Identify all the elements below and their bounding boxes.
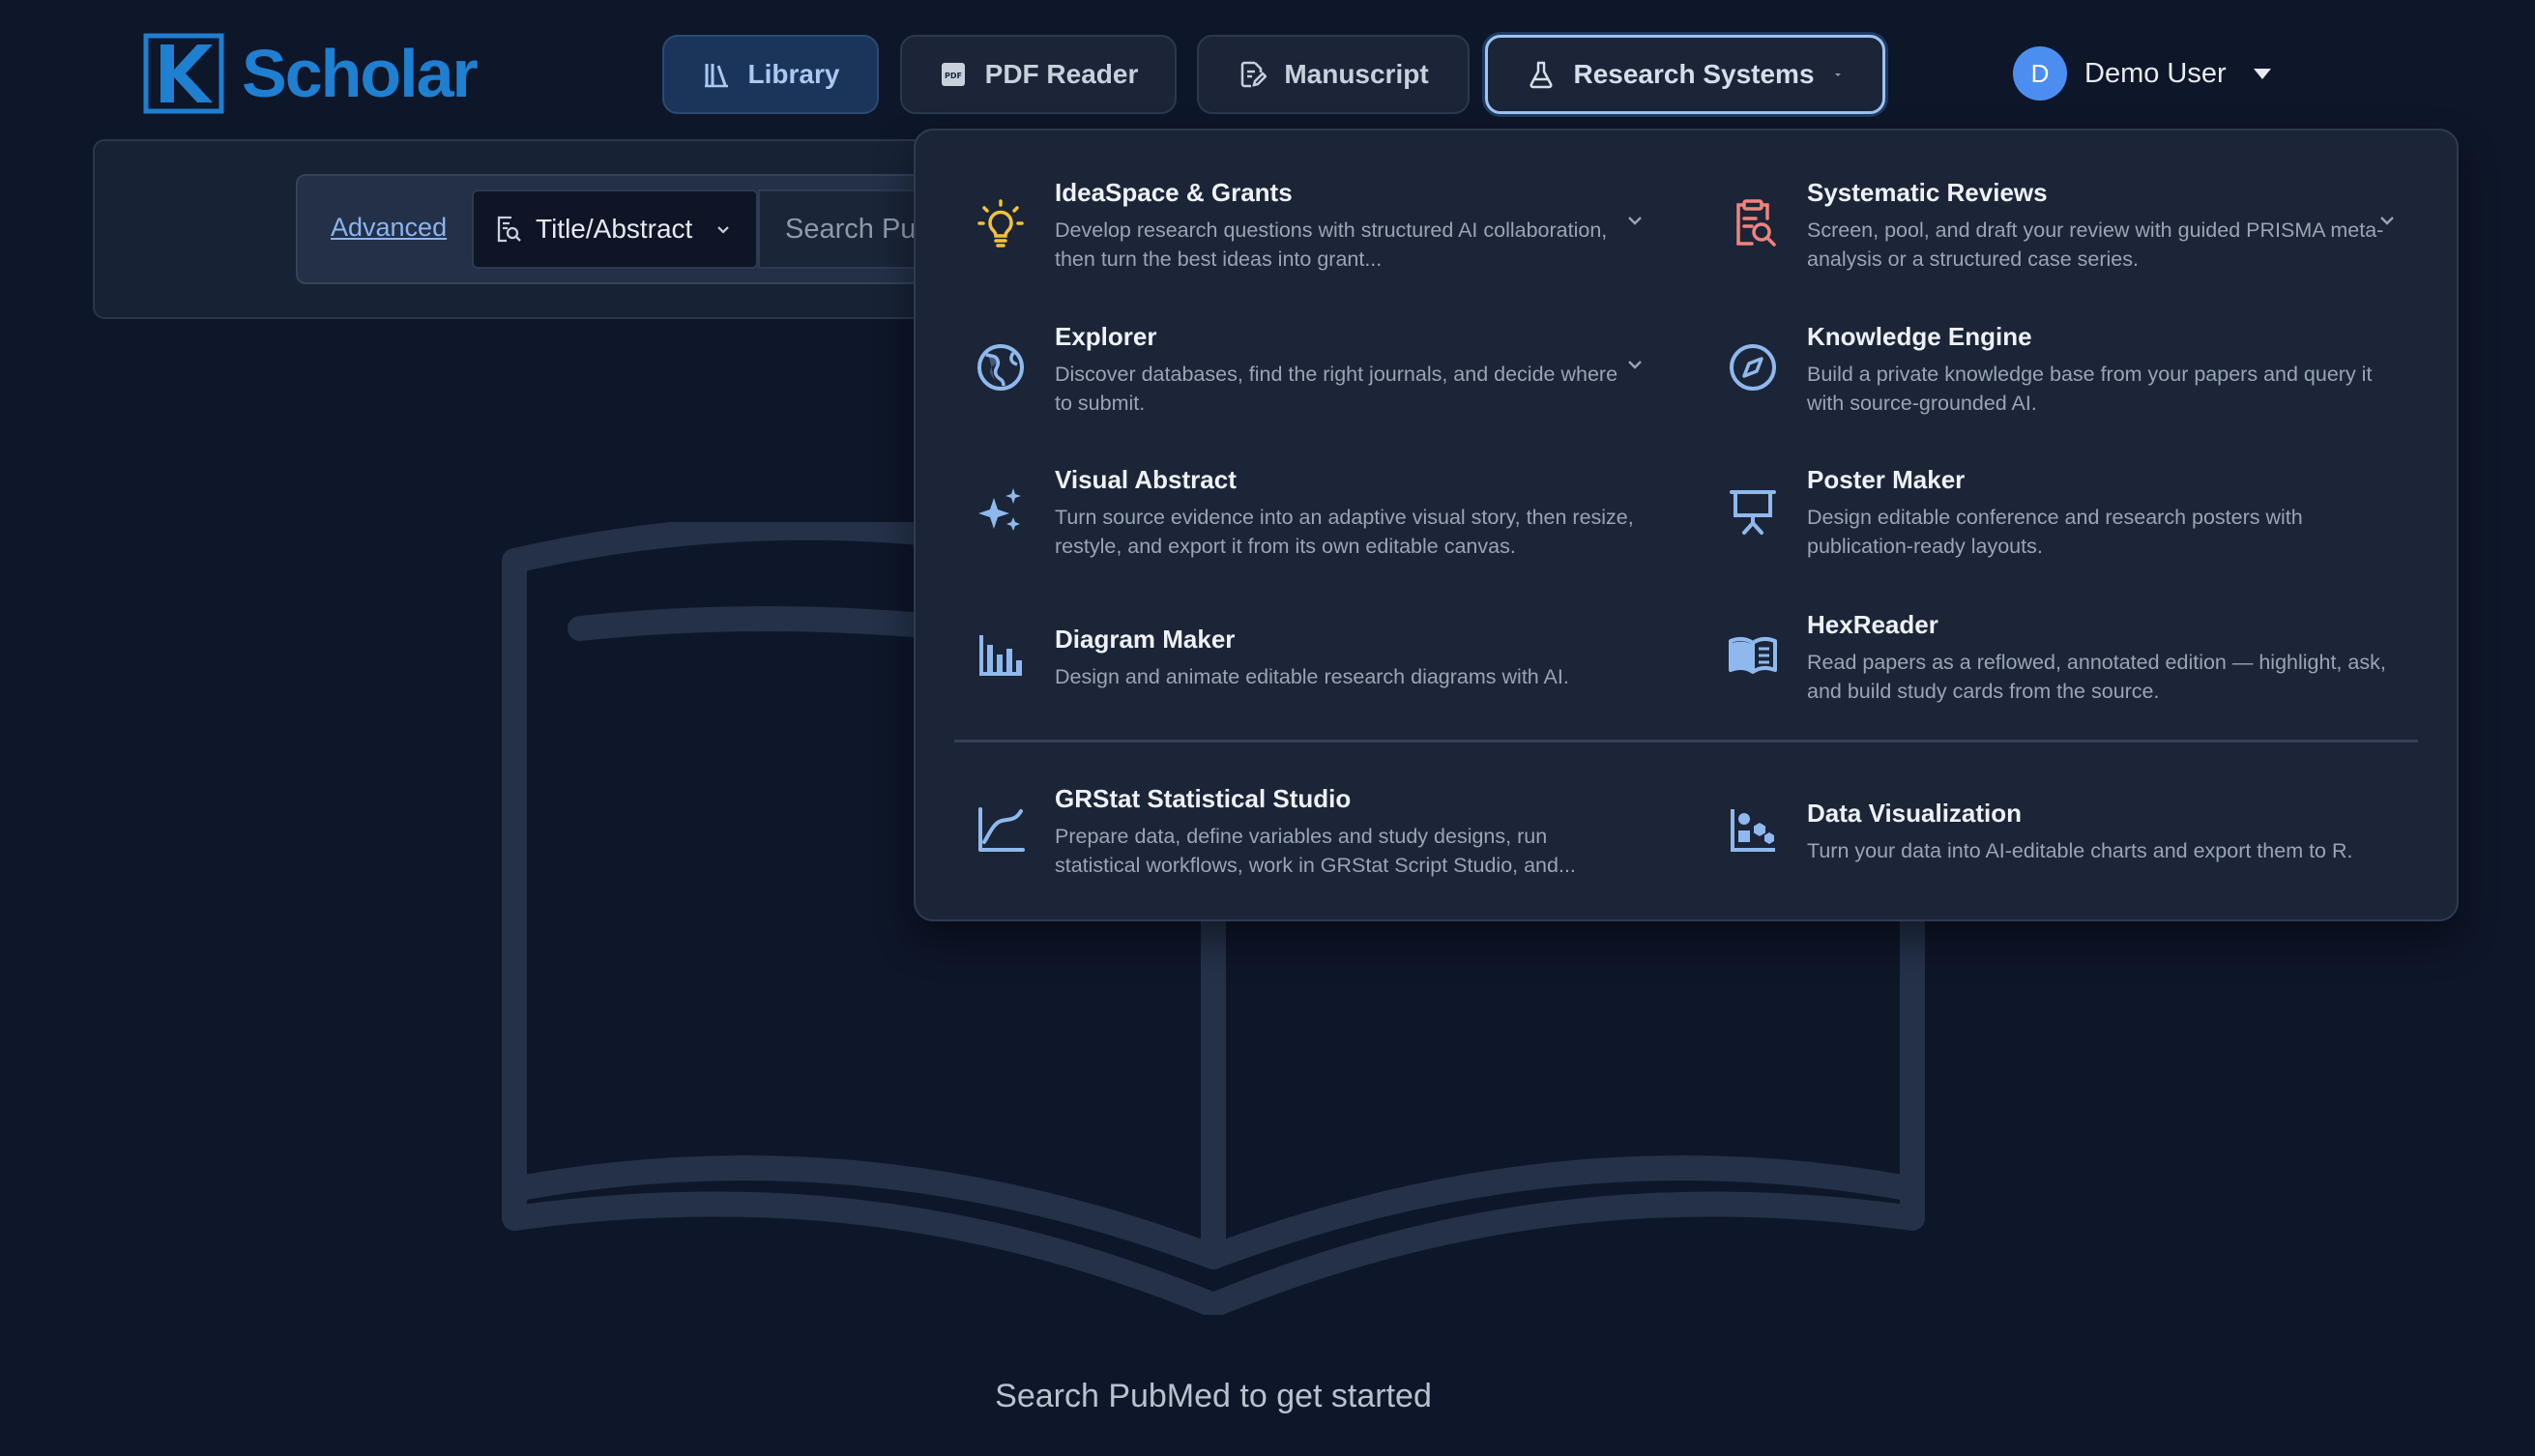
app-logo[interactable]: Scholar: [143, 33, 479, 114]
nav-library-label: Library: [747, 59, 840, 89]
menu-item-desc: Design editable conference and research …: [1807, 505, 2303, 558]
menu-divider: [954, 740, 2418, 743]
menu-item-desc: Screen, pool, and draft your review with…: [1807, 218, 2384, 271]
chevron-down-icon[interactable]: [1623, 353, 1646, 376]
menu-item-title: GRStat Statistical Studio: [1055, 783, 1352, 813]
menu-item-desc: Design and animate editable research dia…: [1055, 664, 1569, 688]
sparkles-icon: [974, 483, 1028, 538]
lightbulb-icon: [974, 196, 1028, 250]
user-menu[interactable]: D Demo User: [2013, 46, 2271, 101]
menu-item-title: Diagram Maker: [1055, 624, 1236, 654]
app-name: Scholar: [242, 36, 479, 111]
globe-icon: [974, 340, 1028, 394]
pdf-file-icon: PDF: [941, 63, 965, 86]
menu-item-desc: Prepare data, define variables and study…: [1055, 824, 1576, 877]
menu-item-hexreader[interactable]: HexReader Read papers as a reflowed, ann…: [1668, 609, 2403, 706]
library-icon: [704, 64, 728, 88]
menu-item-desc: Develop research questions with structur…: [1055, 218, 1608, 271]
menu-item-title: Knowledge Engine: [1807, 321, 2032, 351]
chevron-down-icon: [717, 226, 730, 234]
menu-item-desc: Turn your data into AI-editable charts a…: [1807, 838, 2353, 862]
search-field-select[interactable]: Title/Abstract: [472, 189, 758, 269]
chevron-down-icon[interactable]: [1623, 209, 1646, 232]
nav-library-button[interactable]: Library: [662, 35, 879, 114]
advanced-search-link[interactable]: Advanced: [331, 213, 447, 243]
research-systems-menu: IdeaSpace & Grants Develop research ques…: [914, 129, 2459, 921]
caret-down-icon: [2253, 68, 2271, 79]
svg-text:PDF: PDF: [945, 72, 962, 80]
manuscript-icon: [1241, 61, 1268, 88]
nav-manuscript-label: Manuscript: [1284, 59, 1429, 89]
menu-item-data-visualization[interactable]: Data Visualization Turn your data into A…: [1668, 783, 2403, 880]
document-search-icon: [497, 216, 521, 243]
line-chart-icon: [974, 802, 1028, 857]
chevron-down-icon: [1834, 73, 1841, 76]
bar-chart-icon: [974, 628, 1028, 683]
menu-item-diagram-maker[interactable]: Diagram Maker Design and animate editabl…: [916, 609, 1650, 706]
menu-item-explorer[interactable]: Explorer Discover databases, find the ri…: [916, 321, 1650, 418]
nav-pdf-reader-label: PDF Reader: [984, 59, 1139, 89]
chevron-down-icon[interactable]: [2375, 209, 2399, 232]
nav-research-systems-label: Research Systems: [1573, 59, 1815, 89]
avatar: D: [2013, 46, 2067, 101]
menu-item-title: Visual Abstract: [1055, 464, 1237, 494]
logo-mark-icon: [143, 33, 224, 114]
clipboard-search-icon: [1726, 196, 1780, 250]
menu-item-desc: Discover databases, find the right journ…: [1055, 362, 1618, 415]
menu-item-title: Explorer: [1055, 321, 1157, 351]
menu-item-title: IdeaSpace & Grants: [1055, 177, 1293, 207]
empty-state-message: Search PubMed to get started: [995, 1378, 1432, 1414]
menu-item-visual-abstract[interactable]: Visual Abstract Turn source evidence int…: [916, 464, 1650, 561]
flask-icon: [1530, 61, 1553, 89]
menu-item-ideaspace[interactable]: IdeaSpace & Grants Develop research ques…: [916, 177, 1650, 274]
nav-pdf-reader-button[interactable]: PDF PDF Reader: [900, 35, 1177, 114]
nav-research-systems-button[interactable]: Research Systems: [1485, 35, 1885, 114]
menu-item-desc: Build a private knowledge base from your…: [1807, 362, 2373, 415]
menu-item-title: Poster Maker: [1807, 464, 1966, 494]
menu-item-grstat[interactable]: GRStat Statistical Studio Prepare data, …: [916, 783, 1650, 880]
presentation-icon: [1726, 483, 1780, 538]
menu-item-title: Data Visualization: [1807, 798, 2023, 828]
compass-icon: [1726, 340, 1780, 394]
menu-item-desc: Turn source evidence into an adaptive vi…: [1055, 505, 1634, 558]
menu-item-poster-maker[interactable]: Poster Maker Design editable conference …: [1668, 464, 2403, 561]
search-field-label: Title/Abstract: [536, 214, 693, 244]
menu-item-knowledge-engine[interactable]: Knowledge Engine Build a private knowled…: [1668, 321, 2403, 418]
nav-manuscript-button[interactable]: Manuscript: [1197, 35, 1470, 114]
menu-item-desc: Read papers as a reflowed, annotated edi…: [1807, 650, 2386, 703]
shapes-icon: [1726, 802, 1780, 857]
menu-item-title: Systematic Reviews: [1807, 177, 2048, 207]
menu-item-title: HexReader: [1807, 609, 1938, 639]
open-book-icon: [1726, 628, 1780, 683]
user-name: Demo User: [2084, 57, 2227, 89]
menu-item-systematic-reviews[interactable]: Systematic Reviews Screen, pool, and dra…: [1668, 177, 2403, 274]
